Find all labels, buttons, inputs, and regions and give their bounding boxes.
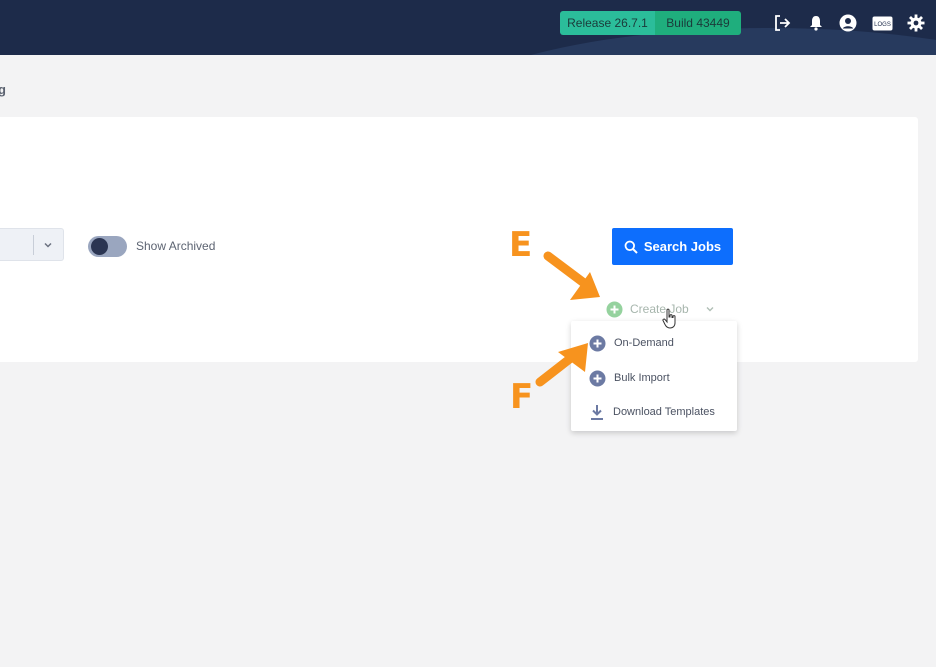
menu-item-label: Download Templates xyxy=(613,406,715,418)
chevron-down-icon xyxy=(706,307,714,312)
release-badge: Release 26.7.1 xyxy=(560,11,655,35)
show-archived-label: Show Archived xyxy=(136,239,216,253)
menu-item-on-demand[interactable]: On-Demand xyxy=(589,333,674,353)
search-icon xyxy=(624,240,638,254)
search-jobs-button[interactable]: Search Jobs xyxy=(612,228,733,265)
menu-item-label: Bulk Import xyxy=(614,372,670,384)
filter-select[interactable] xyxy=(0,228,64,261)
search-jobs-label: Search Jobs xyxy=(643,239,722,254)
show-archived-toggle[interactable] xyxy=(88,236,127,257)
logs-icon[interactable]: LOGS xyxy=(871,13,893,33)
pointer-cursor-icon xyxy=(662,308,676,329)
logs-icon-text: LOGS xyxy=(874,22,891,28)
download-icon xyxy=(591,404,603,420)
build-badge: Build 43449 xyxy=(655,11,741,35)
plus-circle-icon xyxy=(589,335,606,351)
annotation-letter-f: F xyxy=(510,377,534,417)
chevron-down-icon xyxy=(44,242,52,248)
top-navbar: Release 26.7.1 Build 43449 LOGS xyxy=(0,0,936,55)
menu-item-label: On-Demand xyxy=(614,337,674,349)
toggle-knob xyxy=(91,238,108,255)
gear-icon[interactable] xyxy=(906,13,926,33)
menu-item-download-templates[interactable]: Download Templates xyxy=(589,402,715,422)
page-title: g xyxy=(0,82,6,97)
create-job-button[interactable]: Create Job xyxy=(606,300,716,318)
bell-icon[interactable] xyxy=(806,13,826,33)
select-divider xyxy=(33,235,34,255)
user-icon[interactable] xyxy=(838,13,858,33)
create-job-label: Create Job xyxy=(630,302,689,316)
plus-circle-icon xyxy=(589,370,606,386)
menu-item-bulk-import[interactable]: Bulk Import xyxy=(589,368,670,388)
annotation-letter-e: E xyxy=(509,225,533,265)
plus-circle-icon xyxy=(606,301,623,317)
create-job-dropdown: On-Demand Bulk Import Download Templates xyxy=(571,321,737,431)
logout-icon[interactable] xyxy=(772,13,792,33)
